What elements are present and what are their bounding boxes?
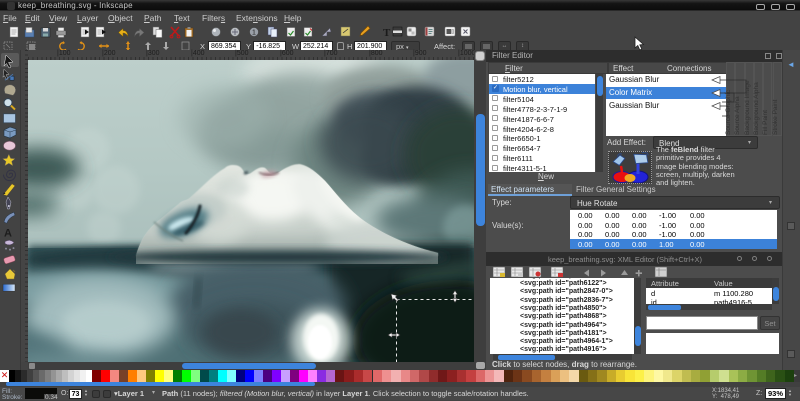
svg-text:A: A — [4, 227, 12, 239]
svg-text:1: 1 — [252, 30, 256, 37]
svg-text:T: T — [383, 27, 391, 39]
